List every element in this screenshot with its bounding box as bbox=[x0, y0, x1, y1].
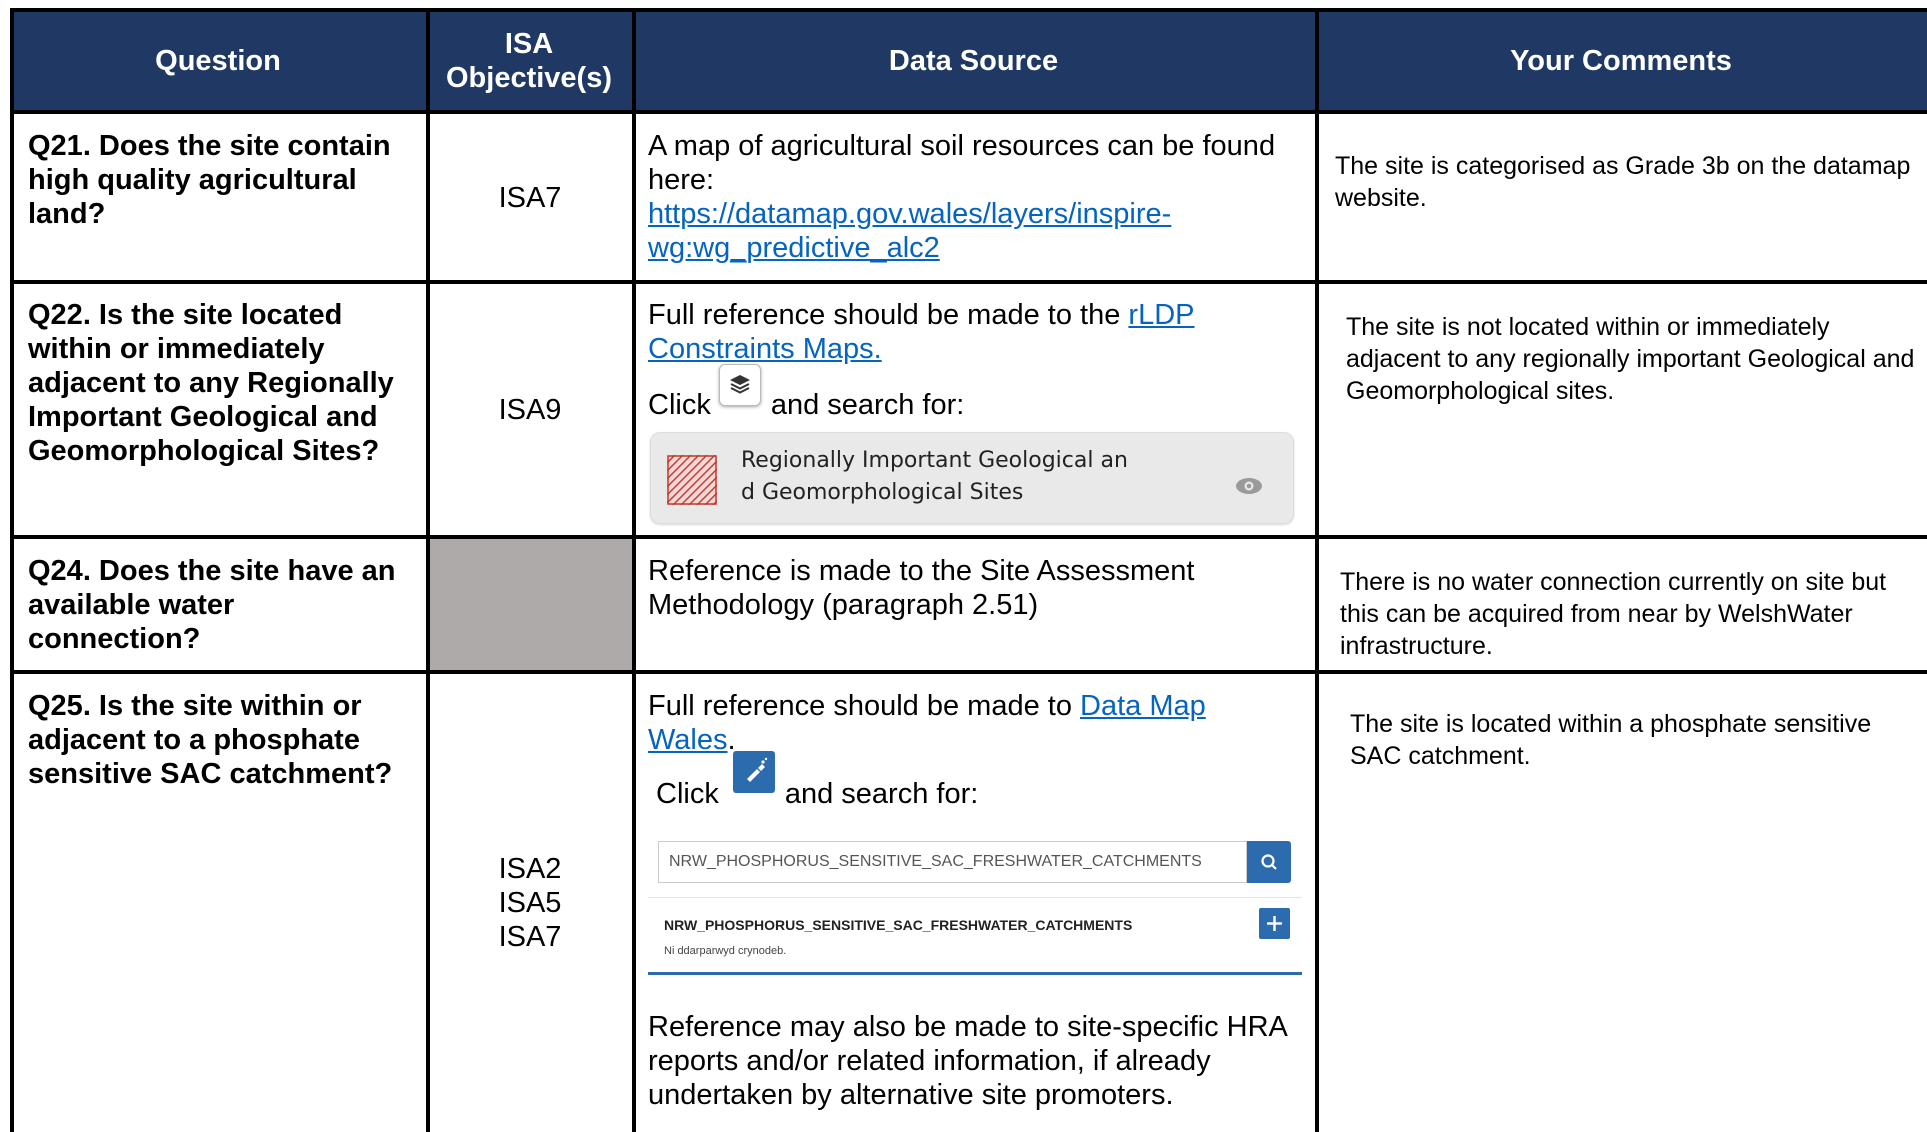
isa-value-1: ISA2 bbox=[498, 853, 562, 885]
add-layer-button[interactable] bbox=[1259, 908, 1290, 939]
hatched-swatch-icon bbox=[666, 454, 718, 506]
header-source-label: Data Source bbox=[888, 44, 1059, 77]
result-subtitle: Ni ddarparwyd crynodeb. bbox=[664, 945, 787, 957]
grid-line bbox=[426, 10, 430, 1132]
comment-cell-q25: The site is located within a phosphate s… bbox=[1350, 708, 1920, 772]
isa-cell-q25: ISA2 ISA5 ISA7 bbox=[428, 674, 632, 1132]
grid-line bbox=[632, 10, 636, 1132]
source-text: A map of agricultural soil resources can… bbox=[648, 130, 1276, 196]
source-cell-q25: Full reference should be made to Data Ma… bbox=[636, 689, 1313, 1112]
question-text: Q22. Is the site located within or immed… bbox=[28, 299, 394, 467]
result-underline bbox=[648, 972, 1302, 975]
source-cell-q22: Full reference should be made to the rLD… bbox=[636, 298, 1313, 524]
search-instruction: and search for: bbox=[770, 389, 965, 421]
question-cell-q25: Q25. Is the site within or adjacent to a… bbox=[12, 689, 426, 791]
header-comments-label: Your Comments bbox=[1510, 44, 1732, 77]
grid-line bbox=[10, 535, 1927, 539]
question-text: Q25. Is the site within or adjacent to a… bbox=[28, 690, 393, 790]
isa-cell-q22: ISA9 bbox=[428, 284, 632, 536]
click-label: Click bbox=[656, 778, 719, 810]
header-comments: Your Comments bbox=[1315, 10, 1927, 111]
question-cell-q21: Q21. Does the site contain high quality … bbox=[12, 129, 426, 231]
isa-value: ISA7 bbox=[498, 181, 562, 214]
layer-name: Regionally Important Geological an bbox=[741, 448, 1128, 473]
grid-line bbox=[10, 10, 14, 1132]
header-isa: ISA Objective(s) bbox=[426, 10, 632, 111]
layer-card[interactable]: Regionally Important Geological an d Geo… bbox=[650, 432, 1294, 524]
comment-cell-q24: There is no water connection currently o… bbox=[1340, 566, 1910, 662]
search-button[interactable] bbox=[1247, 841, 1291, 883]
layer-search-input[interactable]: NRW_PHOSPHORUS_SENSITIVE_SAC_FRESHWATER_… bbox=[658, 841, 1247, 883]
header-question-label: Question bbox=[155, 44, 281, 77]
search-value: NRW_PHOSPHORUS_SENSITIVE_SAC_FRESHWATER_… bbox=[669, 853, 1202, 870]
constraints-maps-link[interactable]: Constraints Maps. bbox=[648, 333, 882, 365]
source-more-text: Reference may also be made to site-speci… bbox=[648, 1011, 1287, 1111]
isa-cell-q21: ISA7 bbox=[428, 114, 632, 281]
wales-link[interactable]: Wales bbox=[648, 724, 728, 756]
question-cell-q24: Q24. Does the site have an available wat… bbox=[12, 554, 426, 656]
comment-text: The site is not located within or immedi… bbox=[1346, 313, 1915, 405]
grid-line bbox=[10, 280, 1927, 284]
datamap-link-cont[interactable]: wg:wg_predictive_alc2 bbox=[648, 232, 940, 264]
question-cell-q22: Q22. Is the site located within or immed… bbox=[12, 298, 426, 468]
search-icon bbox=[1261, 854, 1277, 870]
header-isa-label-1: ISA bbox=[504, 27, 554, 60]
header-question: Question bbox=[10, 10, 426, 111]
click-label: Click bbox=[648, 389, 711, 421]
isa-value-3: ISA7 bbox=[498, 921, 562, 953]
question-text: Q21. Does the site contain high quality … bbox=[28, 130, 391, 230]
grid-line bbox=[10, 670, 1927, 674]
layer-search-widget: NRW_PHOSPHORUS_SENSITIVE_SAC_FRESHWATER_… bbox=[648, 841, 1302, 976]
datamap-link[interactable]: https://datamap.gov.wales/layers/inspire… bbox=[648, 198, 1171, 230]
comment-cell-q22: The site is not located within or immedi… bbox=[1346, 311, 1916, 407]
search-result[interactable]: NRW_PHOSPHORUS_SENSITIVE_SAC_FRESHWATER_… bbox=[648, 897, 1302, 972]
paint-brush-icon[interactable] bbox=[732, 751, 775, 793]
source-cell-q24: Reference is made to the Site Assessment… bbox=[636, 554, 1313, 622]
isa-value: ISA9 bbox=[498, 394, 562, 426]
source-text: Reference is made to the Site Assessment… bbox=[648, 555, 1195, 621]
isa-value-2: ISA5 bbox=[498, 887, 562, 919]
header-isa-label-2: Objective(s) bbox=[446, 61, 612, 94]
plus-icon bbox=[1267, 916, 1282, 931]
source-cell-q21: A map of agricultural soil resources can… bbox=[636, 129, 1313, 265]
rldp-link[interactable]: rLDP bbox=[1128, 299, 1194, 331]
search-instruction: and search for: bbox=[784, 778, 979, 810]
grid-line bbox=[10, 110, 1927, 114]
comment-cell-q21: The site is categorised as Grade 3b on t… bbox=[1335, 150, 1915, 214]
source-text: Full reference should be made to the bbox=[648, 299, 1129, 331]
data-map-link[interactable]: Data Map bbox=[1080, 690, 1206, 722]
comment-text: There is no water connection currently o… bbox=[1340, 568, 1887, 660]
layer-name-cont: d Geomorphological Sites bbox=[741, 480, 1024, 505]
assessment-table: Question ISA Objective(s) Data Source Yo… bbox=[0, 0, 1927, 1132]
grid-line bbox=[10, 8, 1927, 12]
eye-icon[interactable] bbox=[1235, 469, 1263, 494]
grid-line bbox=[1315, 10, 1319, 1132]
question-text: Q24. Does the site have an available wat… bbox=[28, 555, 396, 655]
comment-text: The site is categorised as Grade 3b on t… bbox=[1335, 152, 1911, 212]
header-source: Data Source bbox=[632, 10, 1315, 111]
comment-text: The site is located within a phosphate s… bbox=[1350, 710, 1872, 770]
source-text: Full reference should be made to bbox=[648, 690, 1081, 722]
layers-icon[interactable] bbox=[718, 364, 761, 406]
isa-cell-empty bbox=[428, 539, 634, 670]
